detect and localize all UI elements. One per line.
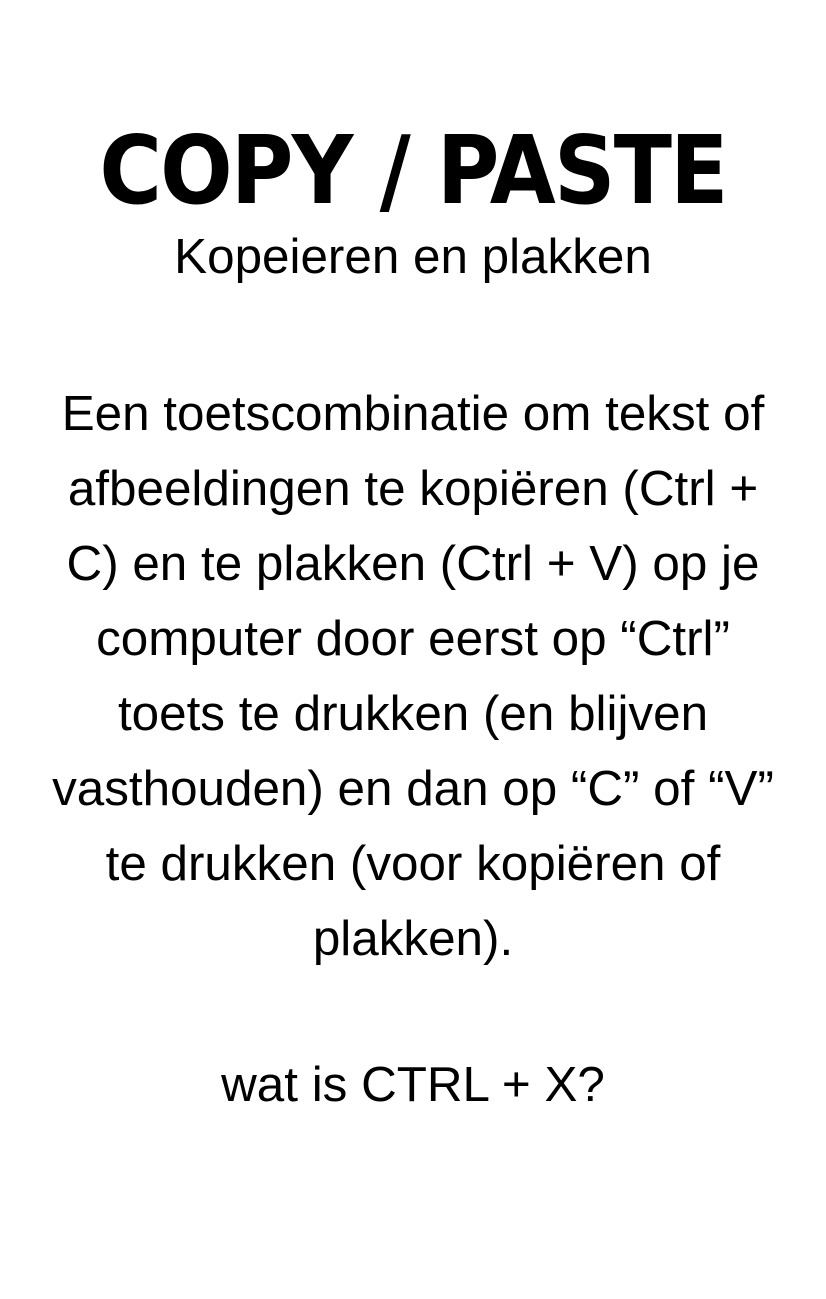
description-line: toets te drukken (en blijven xyxy=(117,686,709,741)
description-paragraph: Een toetscombinatie om tekst of afbeeldi… xyxy=(0,376,826,976)
document-page: COPY / PASTE Kopeieren en plakken Een to… xyxy=(0,0,826,1299)
description-line: Een toetscombinatie om tekst of xyxy=(61,386,765,441)
question-text: wat is CTRL + X? xyxy=(221,1057,605,1112)
page-title: COPY / PASTE xyxy=(99,116,728,226)
description-line: vasthouden) en dan op “C” of “V” xyxy=(52,761,774,816)
description-line: C) en te plakken (Ctrl + V) op je xyxy=(66,536,760,591)
description-line: afbeeldingen te kopiëren (Ctrl + xyxy=(67,461,759,516)
description-line: plakken). xyxy=(312,911,514,966)
page-subtitle: Kopeieren en plakken xyxy=(174,229,652,284)
description-line: te drukken (voor kopiëren of xyxy=(105,836,721,891)
description-line: computer door eerst op “Ctrl” xyxy=(96,611,730,666)
